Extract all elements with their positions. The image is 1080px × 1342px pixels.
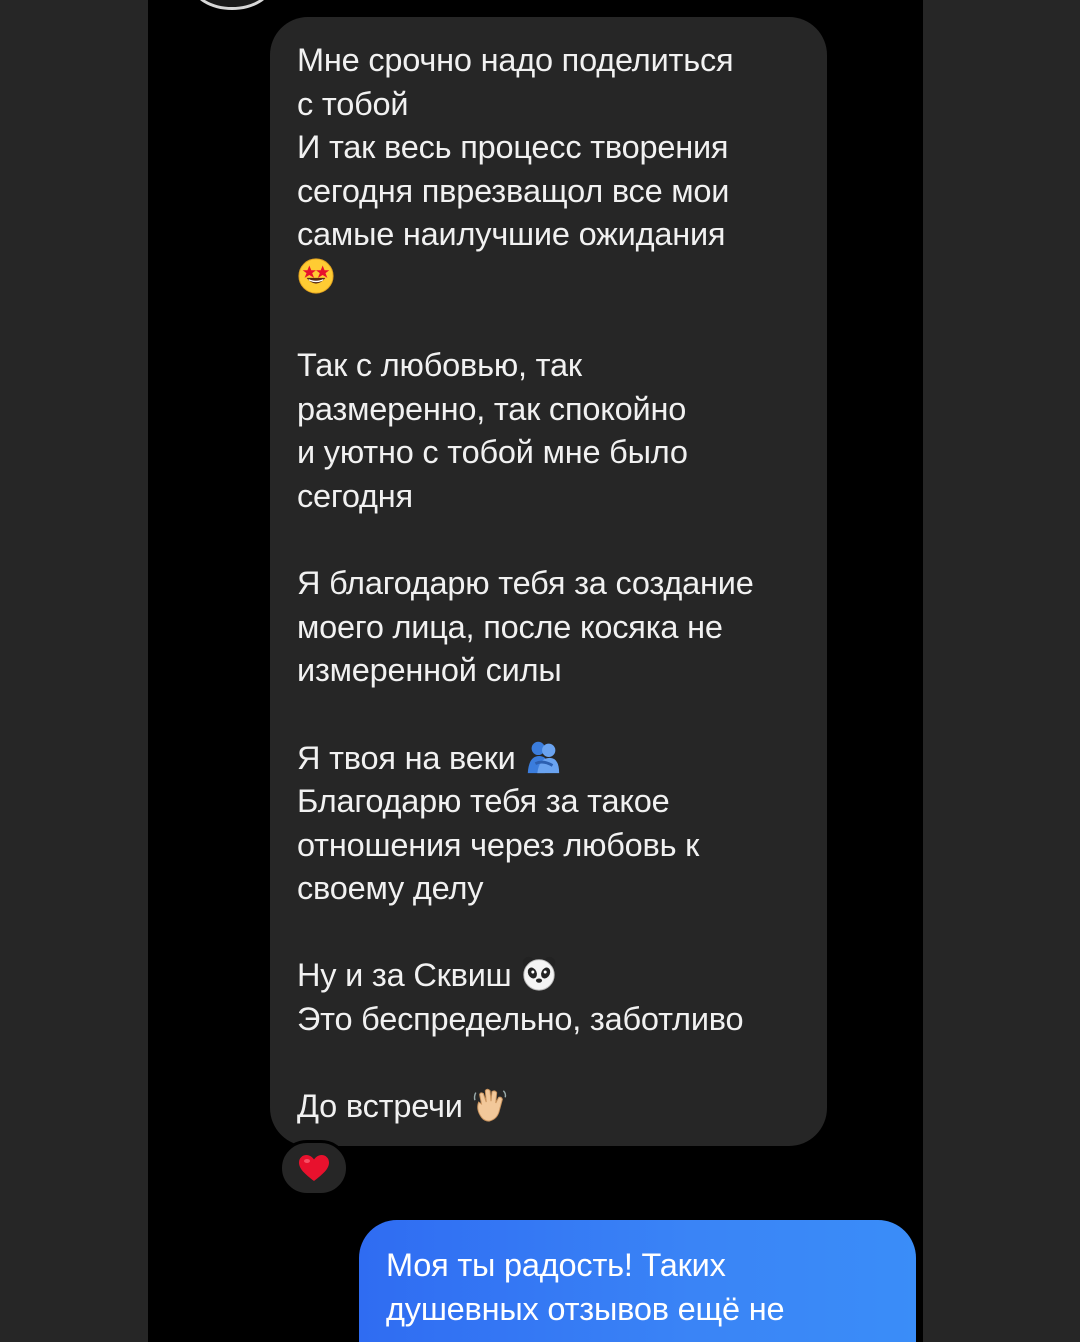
message-paragraph: Мне срочно надо поделиться с тобой И так…: [297, 39, 807, 301]
red-heart-icon: [299, 1155, 329, 1181]
message-paragraph: Ну и за Сквиш Это беспредельно, заботлив…: [297, 954, 807, 1041]
message-text: До встречи: [297, 1088, 463, 1125]
avatar[interactable]: [192, 0, 272, 10]
message-paragraph: Я благодарю тебя за создание моего лица,…: [297, 565, 754, 689]
message-text: Я твоя на веки: [297, 739, 516, 776]
waving-hand-emoji-icon: [472, 1085, 510, 1123]
panda-emoji-icon: [520, 954, 558, 992]
message-text: Благодарю тебя за такое отношения через …: [297, 783, 700, 907]
star-struck-emoji-icon: [297, 257, 335, 295]
message-paragraph: Так с любовью, так размеренно, так споко…: [297, 347, 688, 514]
screenshot-frame: Мне срочно надо поделиться с тобой И так…: [0, 0, 1080, 1342]
message-paragraph: Моя ты радость! Таких душевных отзывов е…: [386, 1247, 785, 1327]
message-text: Это беспредельно, заботливо: [297, 1001, 744, 1038]
message-paragraph: До встречи: [297, 1085, 807, 1129]
chat-thread[interactable]: Мне срочно надо поделиться с тобой И так…: [148, 0, 923, 1342]
message-paragraph: Я твоя на веки Благодарю тебя за такое о…: [297, 737, 807, 911]
reaction-badge[interactable]: [279, 1140, 349, 1196]
incoming-message-bubble[interactable]: Мне срочно надо поделиться с тобой И так…: [270, 17, 827, 1146]
message-text: Ну и за Сквиш: [297, 957, 512, 994]
outgoing-message-bubble[interactable]: Моя ты радость! Таких душевных отзывов е…: [359, 1220, 916, 1342]
people-hugging-emoji-icon: [524, 737, 562, 775]
message-text: Мне срочно надо поделиться с тобой И так…: [297, 42, 734, 253]
